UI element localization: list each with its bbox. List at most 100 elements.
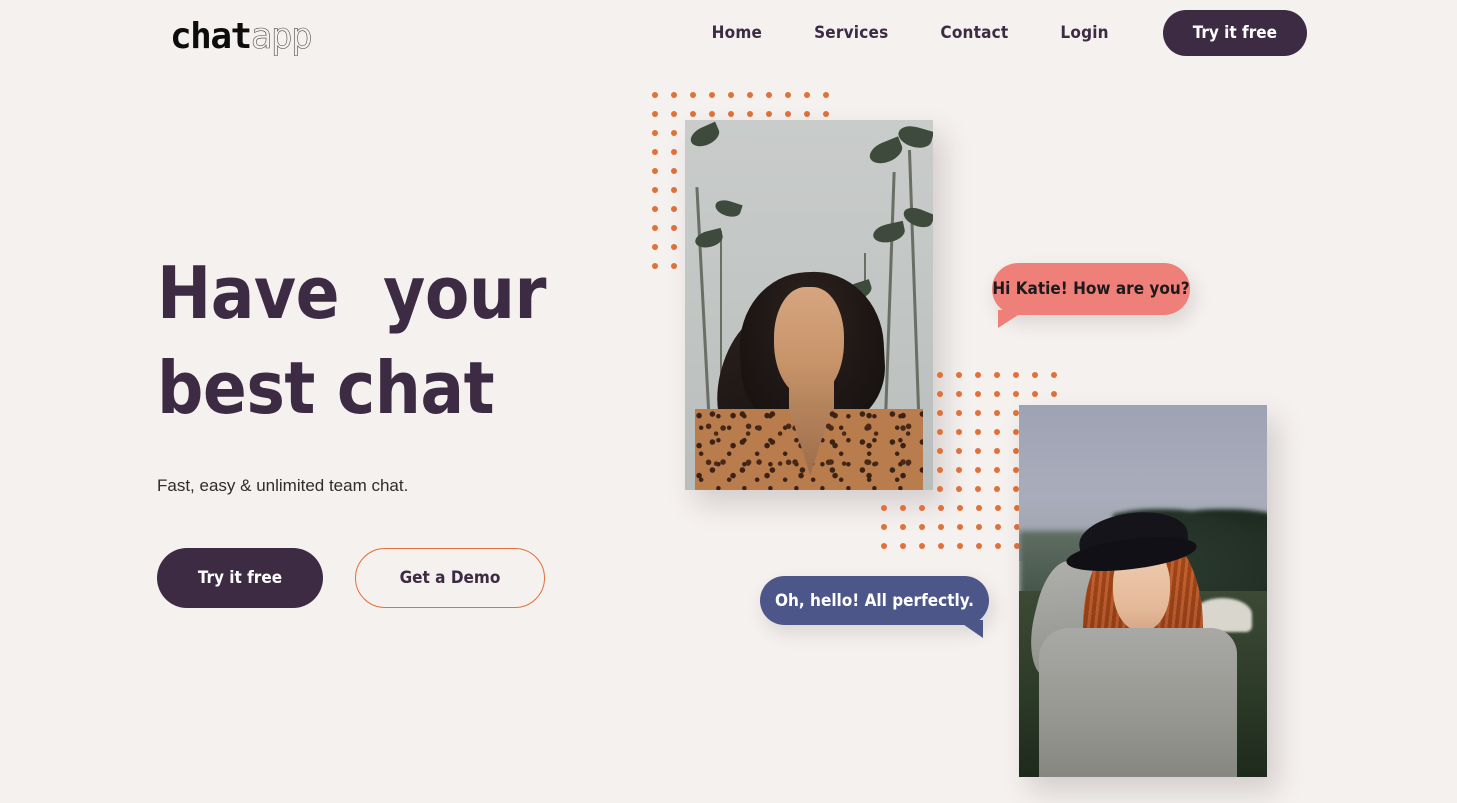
hero-subtitle: Fast, easy & unlimited team chat. xyxy=(157,476,409,496)
decorative-dot xyxy=(652,225,658,231)
hero-photo-secondary xyxy=(1019,405,1267,777)
decorative-dot xyxy=(919,543,925,549)
decorative-dot xyxy=(956,410,962,416)
decorative-dot xyxy=(823,92,829,98)
chat-bubble-incoming: Hi Katie! How are you? xyxy=(992,263,1190,328)
decorative-dot xyxy=(938,524,944,530)
decorative-dot xyxy=(976,543,982,549)
decorative-dot xyxy=(956,486,962,492)
headline-line-2: best chat xyxy=(157,346,495,431)
decorative-dot xyxy=(937,391,943,397)
decorative-dot xyxy=(881,524,887,530)
decorative-dot xyxy=(728,111,734,117)
nav-item-contact[interactable]: Contact xyxy=(914,23,1034,43)
decorative-dot xyxy=(652,130,658,136)
nav-item-home[interactable]: Home xyxy=(686,23,788,43)
decorative-dot xyxy=(900,543,906,549)
decorative-dot xyxy=(937,467,943,473)
decorative-dot xyxy=(937,372,943,378)
decorative-dot xyxy=(671,187,677,193)
decorative-dot xyxy=(995,524,1001,530)
decorative-dot xyxy=(937,410,943,416)
decorative-dot xyxy=(956,391,962,397)
decorative-dot xyxy=(747,92,753,98)
decorative-dot xyxy=(994,467,1000,473)
decorative-dot xyxy=(995,543,1001,549)
photo-secondary-content xyxy=(1019,405,1267,777)
decorative-dot xyxy=(995,505,1001,511)
hero-get-a-demo-button[interactable]: Get a Demo xyxy=(355,548,545,609)
decorative-dot xyxy=(747,111,753,117)
decorative-dot xyxy=(652,206,658,212)
decorative-dot xyxy=(652,92,658,98)
hero-copy: Have your best chat Fast, easy & unlimit… xyxy=(157,246,637,609)
decorative-dot xyxy=(937,486,943,492)
decorative-dot xyxy=(938,543,944,549)
decorative-dot xyxy=(804,111,810,117)
decorative-dot xyxy=(994,410,1000,416)
decorative-dot xyxy=(1032,391,1038,397)
decorative-dot xyxy=(957,524,963,530)
decorative-dot xyxy=(1013,391,1019,397)
decorative-dot xyxy=(804,92,810,98)
decorative-dot xyxy=(937,448,943,454)
decorative-dot xyxy=(1032,372,1038,378)
nav-item-services[interactable]: Services xyxy=(788,23,914,43)
decorative-dot xyxy=(671,92,677,98)
hero-page: chatapp Home Services Contact Login Try … xyxy=(0,0,1457,803)
decorative-dot xyxy=(690,111,696,117)
decorative-dot xyxy=(975,448,981,454)
decorative-dot xyxy=(652,263,658,269)
decorative-dot xyxy=(1051,391,1057,397)
decorative-dot xyxy=(900,524,906,530)
decorative-dot xyxy=(690,92,696,98)
brand-logo[interactable]: chatapp xyxy=(170,16,313,57)
header-try-it-free-button[interactable]: Try it free xyxy=(1162,10,1307,56)
decorative-dot xyxy=(994,391,1000,397)
decorative-dot xyxy=(975,410,981,416)
decorative-dot xyxy=(766,111,772,117)
main-navigation: Home Services Contact Login Try it free xyxy=(686,0,1307,66)
decorative-dot xyxy=(975,486,981,492)
photo-secondary-sweater xyxy=(1038,628,1238,777)
chat-bubble-outgoing: Oh, hello! All perfectly. xyxy=(760,576,989,638)
decorative-dot xyxy=(881,543,887,549)
decorative-dot xyxy=(919,524,925,530)
decorative-dot xyxy=(976,505,982,511)
decorative-dot xyxy=(957,543,963,549)
decorative-dot xyxy=(652,187,658,193)
decorative-dot xyxy=(785,92,791,98)
decorative-dot xyxy=(1013,372,1019,378)
decorative-dot xyxy=(919,505,925,511)
hero-button-row: Try it free Get a Demo xyxy=(157,548,637,609)
hero-try-it-free-button[interactable]: Try it free xyxy=(157,548,323,609)
decorative-dot xyxy=(881,505,887,511)
nav-item-login[interactable]: Login xyxy=(1034,23,1134,43)
decorative-dot xyxy=(785,111,791,117)
decorative-dot xyxy=(671,149,677,155)
page-title: Have your best chat xyxy=(157,246,637,436)
decorative-dot xyxy=(671,130,677,136)
decorative-dot xyxy=(823,111,829,117)
decorative-dot xyxy=(671,263,677,269)
decorative-dot xyxy=(975,391,981,397)
decorative-dot xyxy=(994,372,1000,378)
decorative-dot xyxy=(975,372,981,378)
decorative-dot xyxy=(957,505,963,511)
decorative-dot xyxy=(652,244,658,250)
decorative-dot xyxy=(994,486,1000,492)
decorative-dot xyxy=(671,225,677,231)
decorative-dot xyxy=(728,92,734,98)
decorative-dot xyxy=(652,168,658,174)
decorative-dot xyxy=(652,111,658,117)
decorative-dot xyxy=(900,505,906,511)
decorative-dot xyxy=(671,244,677,250)
decorative-dot xyxy=(975,429,981,435)
decorative-dot xyxy=(976,524,982,530)
decorative-dot xyxy=(956,372,962,378)
logo-primary-text: chat xyxy=(170,16,252,57)
photo-primary-content xyxy=(685,120,933,490)
decorative-dot xyxy=(671,111,677,117)
decorative-dot xyxy=(671,168,677,174)
decorative-dot xyxy=(956,448,962,454)
